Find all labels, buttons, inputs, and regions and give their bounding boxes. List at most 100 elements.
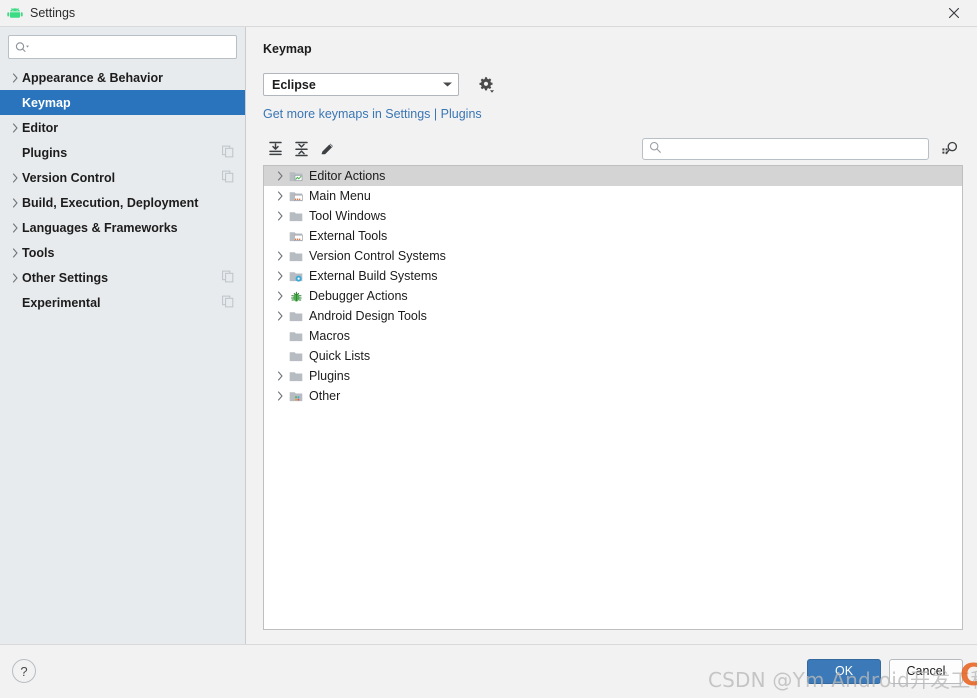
tree-row-label: Macros xyxy=(309,329,350,343)
sidebar-item-label: Languages & Frameworks xyxy=(22,220,178,235)
tree-row-editor-actions[interactable]: Editor Actions xyxy=(264,166,962,186)
chevron-right-icon[interactable] xyxy=(272,371,289,381)
close-icon[interactable] xyxy=(931,0,977,26)
keymap-filter-box[interactable] xyxy=(642,138,929,160)
dialog-footer: ? OK Cancel xyxy=(0,644,977,697)
sidebar-item-plugins[interactable]: Plugins xyxy=(0,140,245,165)
chevron-right-icon[interactable] xyxy=(272,271,289,281)
folder-icon xyxy=(289,310,309,323)
external-tools-icon xyxy=(289,230,309,243)
folder-icon xyxy=(289,350,309,363)
keymap-settings-gear-button[interactable] xyxy=(475,74,497,96)
tree-row-external-tools[interactable]: External Tools xyxy=(264,226,962,246)
sidebar-item-other-settings[interactable]: Other Settings xyxy=(0,265,245,290)
sidebar-nav-list: Appearance & Behavior Keymap Editor Plug… xyxy=(0,65,245,644)
settings-sidebar: Appearance & Behavior Keymap Editor Plug… xyxy=(0,27,246,644)
chevron-right-icon xyxy=(8,247,22,258)
sidebar-item-appearance-behavior[interactable]: Appearance & Behavior xyxy=(0,65,245,90)
sidebar-item-experimental[interactable]: Experimental xyxy=(0,290,245,315)
chevron-right-icon[interactable] xyxy=(272,191,289,201)
settings-window: Settings Appearance & Behavior Keymap Ed… xyxy=(0,0,977,697)
chevron-right-icon[interactable] xyxy=(272,391,289,401)
keymap-select-value: Eclipse xyxy=(272,77,316,92)
keymap-filter-input[interactable] xyxy=(662,142,922,156)
chevron-down-icon xyxy=(436,81,458,88)
keymap-tree-toolbar xyxy=(263,135,963,163)
plugins-link[interactable]: Plugins xyxy=(441,107,482,121)
help-button[interactable]: ? xyxy=(12,659,36,683)
tree-row-main-menu[interactable]: Main Menu xyxy=(264,186,962,206)
tree-row-android-design-tools[interactable]: Android Design Tools xyxy=(264,306,962,326)
keymap-selector-row: Eclipse xyxy=(263,73,963,96)
sidebar-item-label: Appearance & Behavior xyxy=(22,70,164,85)
ok-button[interactable]: OK xyxy=(807,658,881,684)
tree-row-tool-windows[interactable]: Tool Windows xyxy=(264,206,962,226)
page-title: Keymap xyxy=(263,42,312,56)
tree-row-label: Other xyxy=(309,389,341,403)
tree-row-label: Version Control Systems xyxy=(309,249,446,263)
sidebar-item-keymap[interactable]: Keymap xyxy=(0,90,245,115)
tree-row-label: Editor Actions xyxy=(309,169,386,183)
sidebar-item-version-control[interactable]: Version Control xyxy=(0,165,245,190)
sidebar-item-tools[interactable]: Tools xyxy=(0,240,245,265)
get-more-keymaps-link[interactable]: Get more keymaps in Settings xyxy=(263,107,430,121)
title-bar: Settings xyxy=(0,0,977,26)
tree-row-label: Debugger Actions xyxy=(309,289,408,303)
tree-row-external-build-systems[interactable]: External Build Systems xyxy=(264,266,962,286)
sidebar-item-label: Version Control xyxy=(22,170,116,185)
tree-row-version-control-systems[interactable]: Version Control Systems xyxy=(264,246,962,266)
find-by-shortcut-icon[interactable] xyxy=(937,137,963,161)
search-input[interactable] xyxy=(32,40,230,54)
content-area: Appearance & Behavior Keymap Editor Plug… xyxy=(0,26,977,644)
folder-icon xyxy=(289,330,309,343)
sidebar-item-editor[interactable]: Editor xyxy=(0,115,245,140)
keymap-panel: Keymap Eclipse Get more keymaps in Setti… xyxy=(246,27,977,644)
sidebar-item-label: Plugins xyxy=(22,145,68,160)
folder-icon xyxy=(289,210,309,223)
tree-row-plugins[interactable]: Plugins xyxy=(264,366,962,386)
tree-row-label: Main Menu xyxy=(309,189,371,203)
tree-row-macros[interactable]: Macros xyxy=(264,326,962,346)
expand-all-icon[interactable] xyxy=(263,137,287,161)
copy-settings-icon xyxy=(222,170,234,185)
sidebar-item-label: Editor xyxy=(22,120,59,135)
tree-row-debugger-actions[interactable]: Debugger Actions xyxy=(264,286,962,306)
search-icon xyxy=(15,41,30,54)
get-more-keymaps-link-row: Get more keymaps in Settings | Plugins xyxy=(263,107,963,121)
chevron-right-icon xyxy=(8,197,22,208)
external-build-icon xyxy=(289,270,309,283)
chevron-right-icon[interactable] xyxy=(272,311,289,321)
chevron-right-icon[interactable] xyxy=(272,211,289,221)
sidebar-item-label: Other Settings xyxy=(22,270,109,285)
chevron-right-icon[interactable] xyxy=(272,171,289,181)
footer-button-group: OK Cancel xyxy=(807,658,963,684)
tree-row-quick-lists[interactable]: Quick Lists xyxy=(264,346,962,366)
search-box[interactable] xyxy=(8,35,237,59)
chevron-right-icon[interactable] xyxy=(272,251,289,261)
main-menu-icon xyxy=(289,190,309,203)
tree-row-label: Quick Lists xyxy=(309,349,371,363)
other-icon xyxy=(289,390,309,403)
sidebar-item-languages-frameworks[interactable]: Languages & Frameworks xyxy=(0,215,245,240)
toolbar-right-group xyxy=(642,137,963,161)
sidebar-item-label: Keymap xyxy=(22,95,71,110)
chevron-right-icon xyxy=(8,272,22,283)
sidebar-search-wrap xyxy=(0,27,245,65)
tree-row-label: External Build Systems xyxy=(309,269,438,283)
cancel-button[interactable]: Cancel xyxy=(889,658,963,684)
pencil-icon[interactable] xyxy=(315,137,339,161)
folder-icon xyxy=(289,250,309,263)
copy-settings-icon xyxy=(222,295,234,310)
sidebar-item-build-execution-deployment[interactable]: Build, Execution, Deployment xyxy=(0,190,245,215)
tree-row-other[interactable]: Other xyxy=(264,386,962,406)
chevron-right-icon xyxy=(8,72,22,83)
window-title: Settings xyxy=(30,6,76,20)
keymap-select[interactable]: Eclipse xyxy=(263,73,459,96)
collapse-all-icon[interactable] xyxy=(289,137,313,161)
chevron-right-icon[interactable] xyxy=(272,291,289,301)
keymap-tree[interactable]: Editor Actions Main Menu Tool Windows Ex… xyxy=(263,165,963,630)
link-separator-pipe: | xyxy=(433,107,438,121)
sidebar-item-label: Tools xyxy=(22,245,55,260)
tree-row-label: Android Design Tools xyxy=(309,309,427,323)
bug-icon xyxy=(289,290,309,303)
